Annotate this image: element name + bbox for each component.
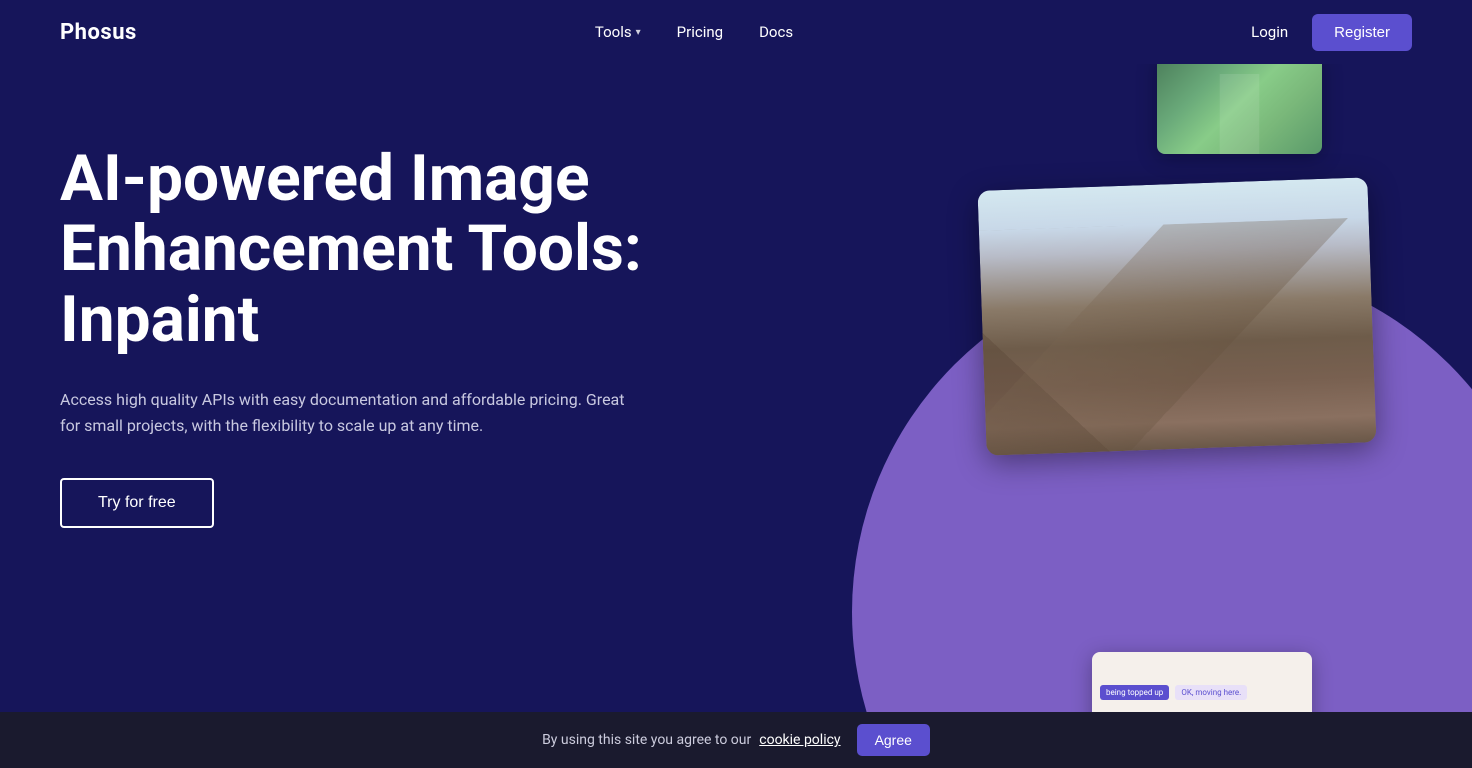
docs-label: Docs xyxy=(759,23,793,41)
bottom-tag-image: being topped up OK, moving here. xyxy=(1092,652,1312,712)
cookie-policy-link[interactable]: cookie policy xyxy=(759,732,840,748)
pricing-nav-link[interactable]: Pricing xyxy=(677,23,723,41)
hero-title: AI-powered Image Enhancement Tools: Inpa… xyxy=(60,144,660,355)
landscape-image xyxy=(977,177,1376,455)
navbar: Phosus Tools ▾ Pricing Docs Login Regist… xyxy=(0,0,1472,64)
tools-nav-link[interactable]: Tools ▾ xyxy=(595,23,641,41)
try-free-button[interactable]: Try for free xyxy=(60,478,214,528)
docs-nav-link[interactable]: Docs xyxy=(759,23,793,41)
tools-chevron-icon: ▾ xyxy=(636,27,641,38)
login-link[interactable]: Login xyxy=(1251,23,1288,41)
pricing-label: Pricing xyxy=(677,23,723,41)
nav-links: Tools ▾ Pricing Docs xyxy=(595,23,793,41)
cookie-text: By using this site you agree to our xyxy=(542,732,751,748)
hero-section: being topped up OK, moving here. AI-powe… xyxy=(0,64,1472,712)
bottom-tag2: OK, moving here. xyxy=(1175,685,1247,700)
logo[interactable]: Phosus xyxy=(60,20,137,45)
bottom-tag1: being topped up xyxy=(1100,685,1169,700)
cookie-banner: By using this site you agree to our cook… xyxy=(0,712,1472,768)
runners-image xyxy=(1157,64,1322,154)
hero-text-block: AI-powered Image Enhancement Tools: Inpa… xyxy=(60,144,660,528)
nav-actions: Login Register xyxy=(1251,14,1412,51)
register-button[interactable]: Register xyxy=(1312,14,1412,51)
hero-description: Access high quality APIs with easy docum… xyxy=(60,387,640,438)
agree-button[interactable]: Agree xyxy=(857,724,930,756)
tools-label: Tools xyxy=(595,23,632,41)
